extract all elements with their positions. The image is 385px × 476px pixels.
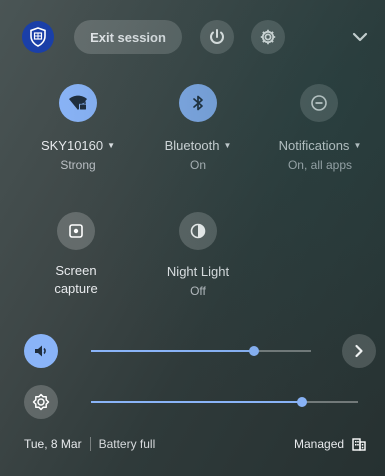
dropdown-caret-icon: ▼ (223, 141, 232, 150)
chevron-right-icon (355, 344, 363, 358)
brightness-slider[interactable] (91, 397, 358, 407)
date-label[interactable]: Tue, 8 Mar (24, 437, 82, 451)
screen-capture-label-line2: capture (54, 281, 98, 296)
exit-session-button[interactable]: Exit session (74, 20, 182, 54)
mute-button[interactable] (24, 334, 58, 368)
brightness-icon (32, 393, 50, 411)
volume-slider-thumb[interactable] (248, 346, 259, 356)
status-footer-left: Tue, 8 Mar Battery full (24, 437, 155, 451)
notifications-label[interactable]: Notifications ▼ (266, 138, 374, 153)
screen-capture-label[interactable]: Screen capture (26, 263, 126, 297)
footer-divider (89, 437, 91, 451)
brightness-button (24, 385, 58, 419)
bluetooth-name: Bluetooth (164, 138, 220, 153)
bluetooth-status: On (189, 158, 206, 172)
wifi-network-label[interactable]: SKY10160 ▼ (28, 138, 128, 153)
night-light-status: Off (190, 284, 206, 298)
night-light-toggle[interactable] (179, 212, 217, 250)
exit-session-label: Exit session (90, 29, 166, 45)
volume-slider[interactable] (91, 346, 311, 356)
notifications-status: On, all apps (287, 158, 353, 172)
wifi-locked-icon (69, 95, 87, 111)
brightness-slider-thumb[interactable] (296, 397, 307, 407)
screen-capture-button[interactable] (57, 212, 95, 250)
screen-capture-label-line1: Screen (55, 263, 97, 278)
screen-capture-icon (69, 224, 83, 238)
notifications-name: Notifications (278, 138, 350, 153)
bluetooth-toggle[interactable] (179, 84, 217, 122)
collapse-button[interactable] (345, 22, 375, 52)
settings-button[interactable] (251, 20, 285, 54)
night-light-icon (190, 223, 206, 239)
audio-settings-button[interactable] (342, 334, 376, 368)
building-icon (352, 438, 366, 451)
volume-slider-fill (91, 350, 254, 352)
night-light-label[interactable]: Night Light (148, 264, 248, 279)
wifi-toggle[interactable] (59, 84, 97, 122)
dropdown-caret-icon: ▼ (353, 141, 362, 150)
wifi-signal-status: Strong (60, 158, 96, 172)
notifications-toggle[interactable] (300, 84, 338, 122)
do-not-disturb-icon (311, 95, 327, 111)
quick-settings-panel: Exit session SKY10160 ▼ Strong Bluetooth… (0, 0, 385, 476)
gear-icon (260, 29, 276, 45)
power-button[interactable] (200, 20, 234, 54)
managed-indicator[interactable]: Managed (294, 437, 366, 451)
chevron-down-icon (352, 32, 368, 42)
battery-status[interactable]: Battery full (99, 437, 156, 451)
bluetooth-label[interactable]: Bluetooth ▼ (148, 138, 248, 153)
managed-label: Managed (294, 437, 345, 451)
avatar[interactable] (22, 21, 54, 53)
brightness-slider-fill (91, 401, 302, 403)
power-icon (210, 29, 224, 44)
volume-icon (35, 345, 46, 357)
shield-icon (30, 27, 46, 47)
dropdown-caret-icon: ▼ (107, 141, 116, 150)
wifi-network-name: SKY10160 (40, 138, 104, 153)
bluetooth-icon (193, 95, 203, 111)
